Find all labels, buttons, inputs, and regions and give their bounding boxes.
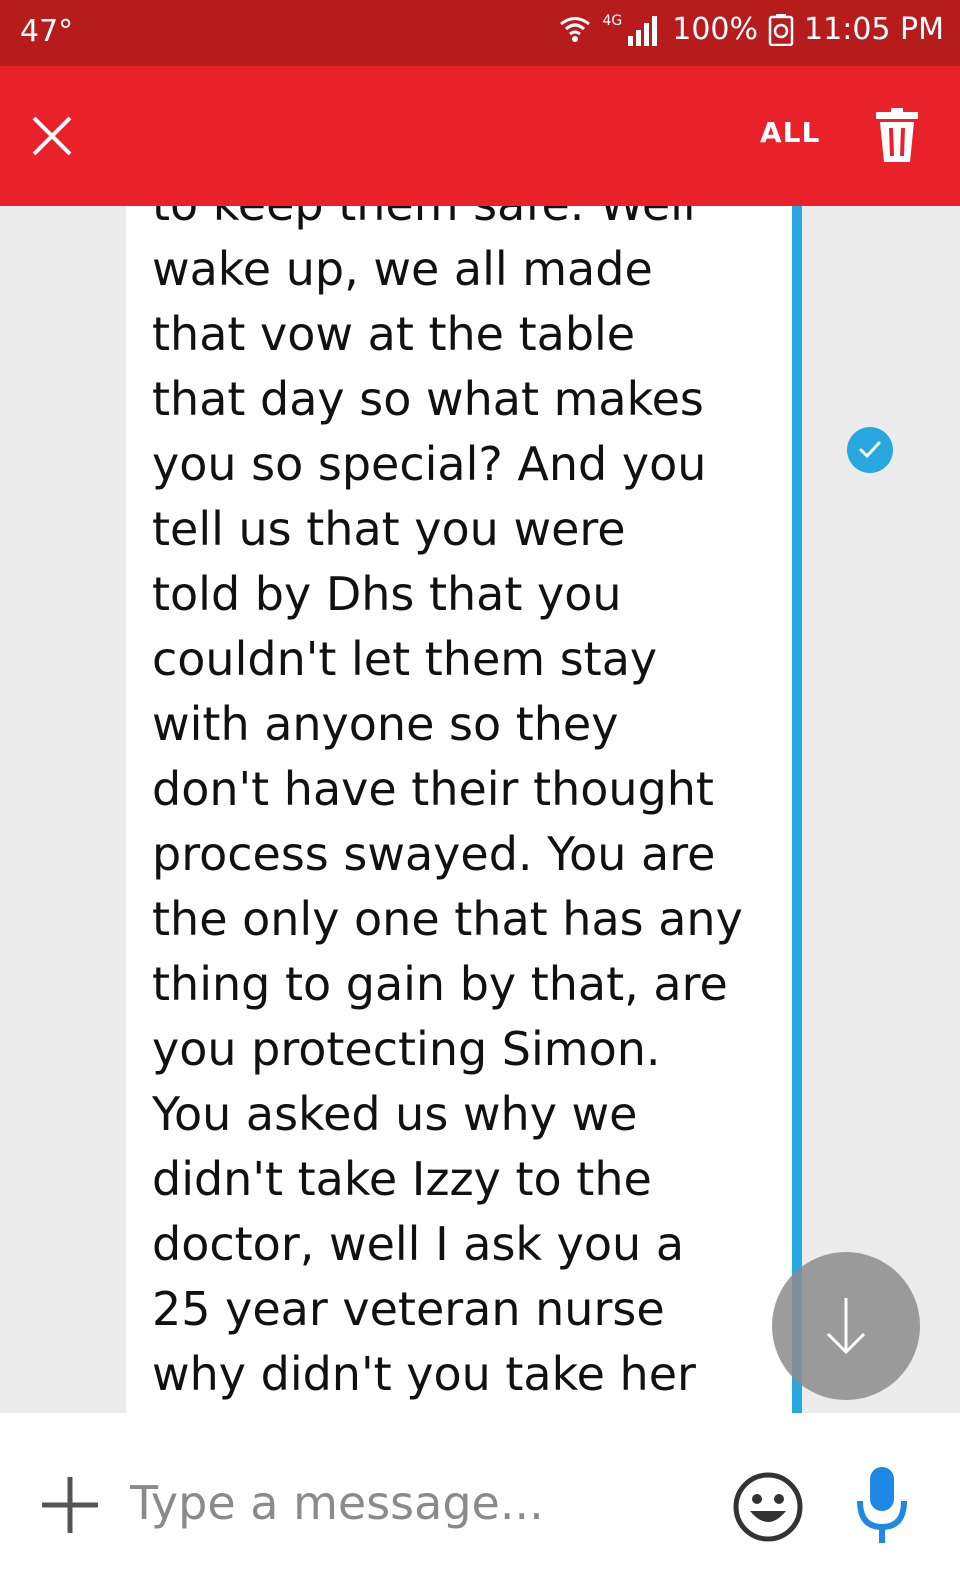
- battery-percent: 100%: [672, 12, 759, 47]
- wifi-icon: [558, 13, 592, 47]
- message-line: tell us that you were: [152, 502, 626, 556]
- selection-action-bar: ALL: [0, 66, 960, 206]
- message-line: doctor, well I ask you a: [152, 1217, 685, 1271]
- message-line: you so special? And you: [152, 437, 707, 491]
- add-icon[interactable]: [38, 1473, 102, 1537]
- message-line: didn't take Izzy to the: [152, 1152, 652, 1206]
- message-line: why didn't you take her: [152, 1347, 696, 1401]
- mic-icon[interactable]: [852, 1465, 912, 1547]
- status-bar: 47° 4G 100% 11:05 PM: [0, 0, 960, 66]
- message-input[interactable]: [130, 1463, 690, 1543]
- message-line: with anyone so they: [152, 697, 619, 751]
- network-type: 4G: [602, 12, 623, 29]
- message-line: to keep them safe. Well: [152, 206, 792, 237]
- scroll-down-button[interactable]: [772, 1252, 920, 1400]
- message-line: told by Dhs that you: [152, 567, 622, 621]
- message-line: that day so what makes: [152, 372, 704, 426]
- sync-icon: [768, 13, 794, 46]
- status-time: 11:05 PM: [804, 12, 944, 47]
- close-icon[interactable]: [30, 114, 74, 158]
- message-line: couldn't let them stay: [152, 632, 658, 686]
- check-icon[interactable]: [846, 426, 894, 474]
- message-line: You asked us why we: [152, 1087, 638, 1141]
- message-line: don't have their thought: [152, 762, 714, 816]
- message-line: that vow at the table: [152, 307, 636, 361]
- status-temperature: 47°: [20, 14, 74, 49]
- message-line: 25 year veteran nurse: [152, 1282, 665, 1336]
- message-composer: [0, 1413, 960, 1595]
- conversation-area[interactable]: to keep them safe. Well wake up, we all m…: [0, 206, 960, 1413]
- selection-indicator: [792, 206, 802, 1413]
- emoji-icon[interactable]: [732, 1471, 804, 1543]
- trash-icon[interactable]: [874, 108, 920, 164]
- message-text: to keep them safe. Well wake up, we all m…: [152, 206, 792, 1407]
- signal-icon: [626, 14, 662, 46]
- message-line: wake up, we all made: [152, 242, 653, 296]
- message-line: process swayed. You are: [152, 827, 716, 881]
- message-line: you protecting Simon.: [152, 1022, 661, 1076]
- message-line: the only one that has any: [152, 892, 743, 946]
- status-right: 4G 100% 11:05 PM: [558, 12, 944, 47]
- select-all-button[interactable]: ALL: [760, 116, 820, 149]
- message-bubble[interactable]: to keep them safe. Well wake up, we all m…: [126, 206, 792, 1413]
- message-line: thing to gain by that, are: [152, 957, 728, 1011]
